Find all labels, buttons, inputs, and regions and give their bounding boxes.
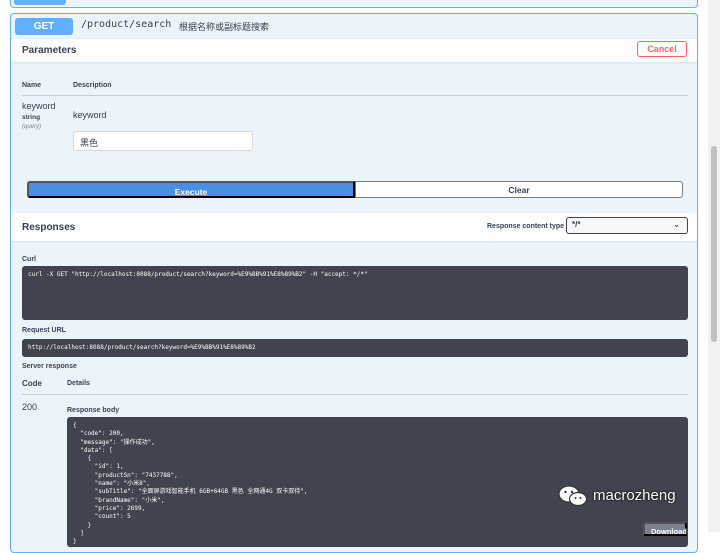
response-content-type-label: Response content type: [487, 223, 565, 230]
method-badge: GET: [15, 18, 73, 35]
execute-clear-group: Execute Clear: [27, 181, 683, 198]
download-button[interactable]: Download: [643, 522, 687, 536]
response-status-code: 200: [22, 402, 38, 412]
param-keyword-type: string: [22, 114, 41, 121]
parameters-header: Parameters: [11, 38, 697, 62]
response-body-label: Response body: [67, 407, 120, 414]
curl-command[interactable]: curl -X GET "http://localhost:8088/produ…: [22, 266, 688, 320]
wechat-icon: [558, 485, 588, 507]
parameters-divider: [22, 95, 688, 96]
details-column-header: Details: [67, 380, 90, 387]
request-url[interactable]: http://localhost:8088/product/search?key…: [22, 339, 688, 357]
operation-summary[interactable]: GET /product/search 根据名称或副标题搜索: [11, 14, 697, 39]
param-keyword-name: keyword: [22, 101, 56, 111]
server-response-divider: [22, 394, 688, 395]
chevron-down-icon: ⌄: [673, 220, 680, 229]
cancel-button[interactable]: Cancel: [637, 41, 687, 57]
param-keyword-description: keyword: [73, 110, 107, 120]
keyword-input[interactable]: 黑色: [73, 131, 253, 151]
response-content-type-select[interactable]: */* ⌄: [566, 217, 688, 234]
code-column-header: Code: [22, 379, 42, 388]
response-body[interactable]: { "code": 200, "message": "操作成功", "data"…: [67, 417, 688, 547]
scrollbar-thumb[interactable]: [711, 146, 717, 342]
parameters-title: Parameters: [22, 45, 77, 56]
clear-button[interactable]: Clear: [355, 181, 683, 198]
previous-operation-block: [10, 0, 698, 8]
get-operation-block: GET /product/search 根据名称或副标题搜索 Parameter…: [10, 13, 698, 553]
column-description-header: Description: [73, 82, 112, 89]
page-scrollbar[interactable]: [708, 0, 720, 532]
request-url-label: Request URL: [22, 327, 66, 334]
operation-path: /product/search: [81, 19, 172, 30]
column-name-header: Name: [22, 82, 42, 89]
response-content-type-value: */*: [572, 220, 581, 229]
previous-method-badge: [14, 0, 66, 5]
param-keyword-location: (query): [22, 124, 42, 130]
execute-button[interactable]: Execute: [27, 181, 355, 198]
watermark-text: macrozheng: [593, 487, 676, 504]
operation-description: 根据名称或副标题搜索: [179, 22, 270, 32]
server-response-label: Server response: [22, 363, 77, 370]
responses-title: Responses: [22, 222, 76, 233]
curl-label: Curl: [22, 256, 36, 263]
